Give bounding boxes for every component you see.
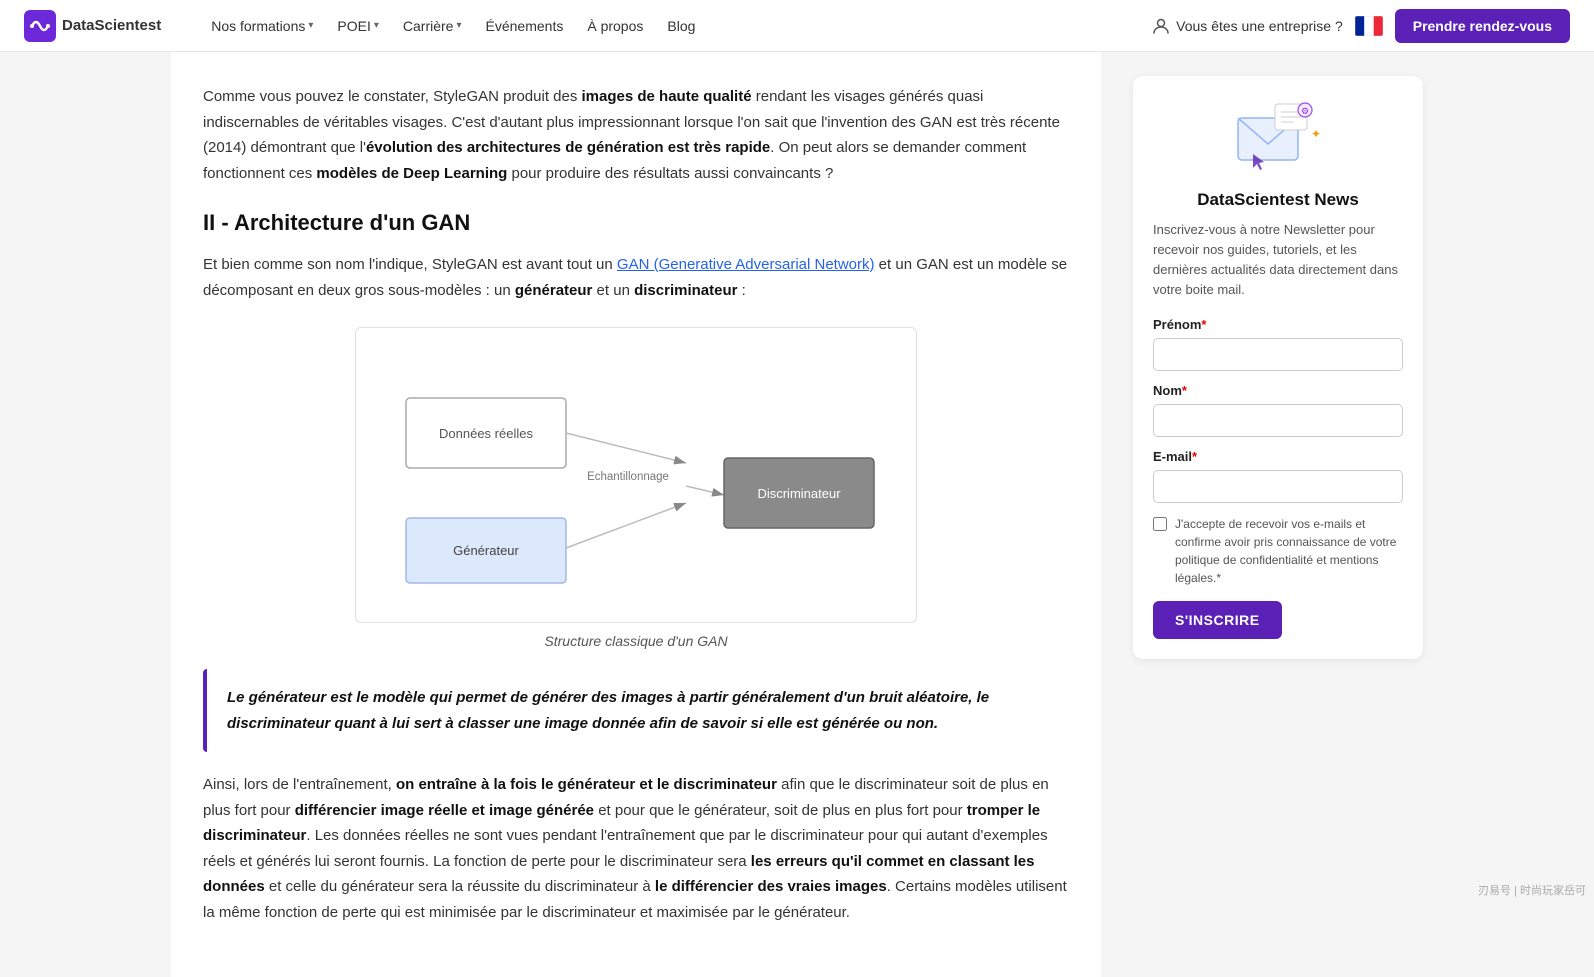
chevron-down-icon: ▾ <box>308 20 313 31</box>
consent-row: J'accepte de recevoir vos e-mails et con… <box>1153 515 1403 587</box>
body-paragraph: Ainsi, lors de l'entraînement, on entraî… <box>203 772 1069 925</box>
nom-field-group: Nom* <box>1153 383 1403 449</box>
enterprise-link[interactable]: Vous êtes une entreprise ? <box>1152 17 1343 35</box>
svg-text:Données réelles: Données réelles <box>439 426 533 441</box>
section-paragraph: Et bien comme son nom l'indique, StyleGA… <box>203 252 1069 303</box>
nav-item-blog[interactable]: Blog <box>657 12 705 40</box>
prenom-label: Prénom* <box>1153 317 1403 332</box>
nav-item-apropos[interactable]: À propos <box>577 12 653 40</box>
prenom-input[interactable] <box>1153 338 1403 371</box>
nav-item-formations[interactable]: Nos formations ▾ <box>201 12 323 40</box>
quote-block: Le générateur est le modèle qui permet d… <box>203 669 1069 752</box>
consent-checkbox[interactable] <box>1153 517 1167 531</box>
sidebar-desc: Inscrivez-vous à notre Newsletter pour r… <box>1153 220 1403 301</box>
svg-text:✦: ✦ <box>1311 127 1321 141</box>
svg-text:Générateur: Générateur <box>453 543 519 558</box>
consent-label: J'accepte de recevoir vos e-mails et con… <box>1175 515 1403 587</box>
subscribe-button[interactable]: S'INSCRIRE <box>1153 601 1282 639</box>
diagram-container: Données réelles Générateur Echantillonna… <box>355 327 917 623</box>
logo-text: DataScientest <box>62 17 161 34</box>
cta-button[interactable]: Prendre rendez-vous <box>1395 9 1570 43</box>
sidebar-newsletter-title: DataScientest News <box>1153 190 1403 210</box>
quote-text: Le générateur est le modèle qui permet d… <box>227 685 1049 736</box>
nav-item-poei[interactable]: POEI ▾ <box>327 12 389 40</box>
nom-label: Nom* <box>1153 383 1403 398</box>
chevron-down-icon: ▾ <box>374 20 379 31</box>
sidebar: ⚙ ✦ DataScientest News Inscrivez-vous à … <box>1133 52 1423 977</box>
watermark: 刃易号 | 时尚玩家岳可 <box>1478 882 1586 898</box>
chevron-down-icon: ▾ <box>456 20 461 31</box>
nom-input[interactable] <box>1153 404 1403 437</box>
nav-links: Nos formations ▾ POEI ▾ Carrière ▾ Événe… <box>201 12 1144 40</box>
intro-paragraph: Comme vous pouvez le constater, StyleGAN… <box>203 84 1069 186</box>
email-input[interactable] <box>1153 470 1403 503</box>
prenom-field-group: Prénom* <box>1153 317 1403 383</box>
article: Comme vous pouvez le constater, StyleGAN… <box>171 52 1101 977</box>
newsletter-card: ⚙ ✦ DataScientest News Inscrivez-vous à … <box>1133 76 1423 659</box>
section-heading: II - Architecture d'un GAN <box>203 210 1069 236</box>
svg-text:⚙: ⚙ <box>1301 106 1309 116</box>
email-field-group: E-mail* <box>1153 449 1403 515</box>
newsletter-illustration: ⚙ ✦ <box>1233 96 1323 176</box>
nav-right: Vous êtes une entreprise ? Prendre rende… <box>1152 9 1570 43</box>
logo-icon <box>24 10 56 42</box>
gan-link[interactable]: GAN (Generative Adversarial Network) <box>617 256 875 273</box>
svg-text:Discriminateur: Discriminateur <box>757 486 841 501</box>
email-label: E-mail* <box>1153 449 1403 464</box>
logo-link[interactable]: DataScientest <box>24 10 161 42</box>
sidebar-illustration: ⚙ ✦ <box>1153 96 1403 176</box>
nav-item-carriere[interactable]: Carrière ▾ <box>393 12 472 40</box>
diagram-svg: Données réelles Générateur Echantillonna… <box>376 348 896 598</box>
navbar: DataScientest Nos formations ▾ POEI ▾ Ca… <box>0 0 1594 52</box>
nav-item-evenements[interactable]: Événements <box>476 12 574 40</box>
language-flag[interactable] <box>1355 16 1383 36</box>
gan-diagram: Données réelles Générateur Echantillonna… <box>203 327 1069 649</box>
page-wrapper: Comme vous pouvez le constater, StyleGAN… <box>147 52 1447 977</box>
diagram-caption: Structure classique d'un GAN <box>544 633 727 649</box>
svg-text:Echantillonnage: Echantillonnage <box>587 471 669 483</box>
enterprise-icon <box>1152 17 1170 35</box>
